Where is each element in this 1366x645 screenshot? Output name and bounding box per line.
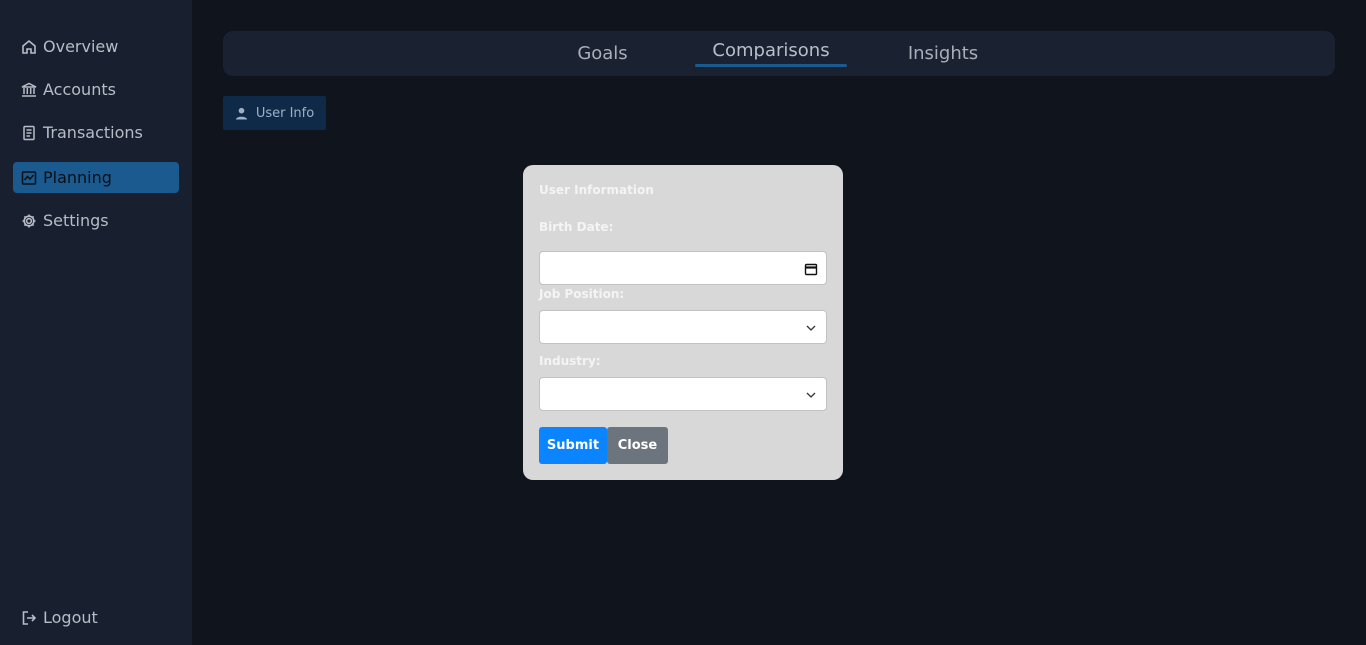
tab-label: Comparisons: [712, 40, 830, 61]
sidebar-item-label: Settings: [43, 211, 109, 230]
logout-label: Logout: [43, 608, 98, 627]
user-information-modal: User Information Birth Date: Job Positio…: [523, 165, 843, 480]
modal-title: User Information: [539, 183, 654, 197]
user-icon: [235, 107, 248, 120]
sidebar-item-label: Accounts: [43, 80, 116, 99]
tab-insights[interactable]: Insights: [903, 31, 983, 76]
sidebar-item-label: Overview: [43, 37, 119, 56]
tab-label: Insights: [907, 43, 979, 64]
user-info-button[interactable]: User Info: [223, 96, 326, 130]
chevron-down-icon: [804, 387, 818, 401]
logout-button[interactable]: Logout: [21, 608, 98, 627]
job-position-label: Job Position:: [539, 287, 625, 301]
sidebar-item-transactions[interactable]: Transactions: [13, 117, 179, 148]
bank-icon: [21, 82, 37, 98]
chevron-down-icon: [804, 320, 818, 334]
sidebar-item-label: Transactions: [43, 123, 143, 142]
sidebar-item-settings[interactable]: Settings: [13, 205, 179, 236]
user-info-label: User Info: [255, 105, 315, 121]
chart-icon: [21, 170, 37, 186]
industry-select[interactable]: [539, 377, 827, 411]
birth-date-label: Birth Date:: [539, 220, 614, 234]
close-button[interactable]: Close: [607, 427, 668, 464]
tabs-bar: Goals Comparisons Insights: [223, 31, 1335, 76]
industry-label: Industry:: [539, 354, 601, 368]
tab-comparisons[interactable]: Comparisons: [695, 28, 847, 73]
job-position-select[interactable]: [539, 310, 827, 344]
sidebar-item-planning[interactable]: Planning: [13, 162, 179, 193]
submit-button[interactable]: Submit: [539, 427, 607, 464]
tab-label: Goals: [577, 43, 628, 64]
receipt-icon: [21, 125, 37, 141]
sidebar: Overview Accounts Transactions Planning …: [0, 0, 192, 645]
tab-goals[interactable]: Goals: [566, 31, 639, 76]
home-icon: [21, 39, 37, 55]
calendar-icon[interactable]: [804, 261, 818, 276]
gear-icon: [21, 213, 37, 229]
sidebar-item-accounts[interactable]: Accounts: [13, 74, 179, 105]
logout-icon: [21, 610, 37, 626]
birth-date-field[interactable]: [539, 251, 827, 285]
sidebar-item-label: Planning: [43, 168, 112, 187]
sidebar-item-overview[interactable]: Overview: [13, 31, 179, 62]
